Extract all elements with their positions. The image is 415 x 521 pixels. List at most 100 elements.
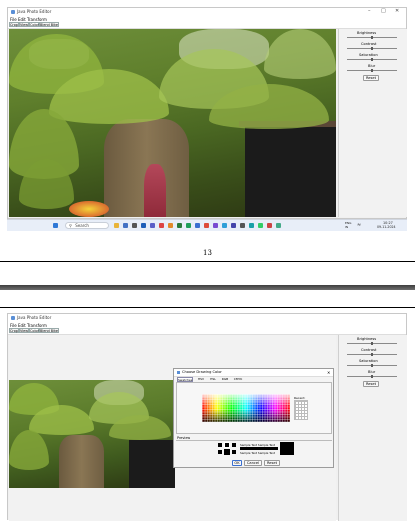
brightness-thumb[interactable]: [371, 342, 373, 345]
dialog-title: Choose Drawing Color: [182, 370, 222, 374]
menu-file[interactable]: File: [10, 323, 17, 328]
saturation-label: Saturation: [359, 359, 378, 363]
preview-square-small: [232, 443, 236, 447]
search-icon: ⚲: [69, 223, 72, 228]
saturation-thumb[interactable]: [371, 58, 373, 61]
preview-square-small: [232, 450, 236, 454]
tab-view[interactable]: View: [19, 328, 29, 333]
tab-blend-bike[interactable]: Blend Bike: [39, 328, 59, 333]
editor-window-1: Java Photo Editor – □ ✕ File Edit Transf…: [7, 7, 407, 219]
tab-blend-bike[interactable]: Blend Bike: [39, 22, 59, 27]
reset-button[interactable]: Reset: [363, 75, 379, 81]
contrast-thumb[interactable]: [371, 47, 373, 50]
taskbar: ⚲ Search ENG IN ≈ 10:27 09-11-2024: [7, 219, 407, 231]
page-rule: [0, 261, 415, 262]
window-title: Java Photo Editor: [17, 9, 52, 14]
app-icon-e[interactable]: [258, 223, 263, 228]
color-chooser-dialog: Choose Drawing Color ✕ Swatches HSV HSL …: [173, 368, 334, 468]
menu-edit[interactable]: Edit: [18, 323, 26, 328]
red-cloth: [144, 164, 166, 217]
edge-icon[interactable]: [195, 223, 200, 228]
image-canvas[interactable]: [9, 29, 336, 217]
wifi-icon[interactable]: ≈: [357, 222, 361, 228]
dark-wall: [129, 440, 175, 488]
photos-icon[interactable]: [213, 223, 218, 228]
app-icon: [177, 371, 180, 374]
clock-date[interactable]: 09-11-2024: [377, 225, 396, 229]
adjustments-panel: Brightness Contrast Saturation Blur Rese…: [338, 335, 407, 521]
sample-text-inverse: Sample Text Sample Text: [240, 451, 275, 455]
brightness-thumb[interactable]: [371, 36, 373, 39]
tab-view[interactable]: View: [19, 22, 29, 27]
tab-crop[interactable]: Crop: [9, 328, 19, 333]
close-icon[interactable]: ✕: [327, 370, 330, 375]
app-icon-c[interactable]: [240, 223, 245, 228]
app-icon: [11, 10, 15, 14]
browser-icon[interactable]: [123, 223, 128, 228]
tab-color[interactable]: Color: [29, 328, 39, 333]
settings-icon[interactable]: [186, 223, 191, 228]
app-icon-d[interactable]: [249, 223, 254, 228]
cancel-button[interactable]: Cancel: [244, 460, 262, 466]
blur-thumb[interactable]: [371, 375, 373, 378]
swatch-gridlines: [202, 394, 290, 422]
brightness-label: Brightness: [357, 337, 377, 341]
terminal-icon[interactable]: [177, 223, 182, 228]
saturation-thumb[interactable]: [371, 364, 373, 367]
leaf-cluster: [264, 29, 336, 79]
page-number: 13: [203, 249, 212, 257]
contrast-label: Contrast: [361, 42, 377, 46]
blur-label: Blur: [368, 64, 376, 68]
app-icon-b[interactable]: [231, 223, 236, 228]
ok-button[interactable]: OK: [232, 460, 242, 466]
blur-label: Blur: [368, 370, 376, 374]
window-title: Java Photo Editor: [17, 315, 52, 320]
preview-square-small: [218, 443, 222, 447]
sample-text-bar: [240, 447, 278, 450]
preview-square-small: [224, 442, 230, 448]
windows-start-icon[interactable]: [53, 223, 58, 228]
java-icon[interactable]: [168, 223, 173, 228]
app-icon: [11, 316, 15, 320]
preview-large-swatch: [280, 442, 294, 455]
close-icon[interactable]: ✕: [395, 9, 399, 14]
app-icon-g[interactable]: [276, 223, 281, 228]
menu-edit[interactable]: Edit: [18, 17, 26, 22]
preview-square-small: [224, 449, 230, 455]
image-canvas[interactable]: [9, 380, 175, 488]
maximize-icon[interactable]: □: [381, 9, 386, 14]
title-bar: Java Photo Editor – □ ✕: [8, 8, 406, 16]
contrast-label: Contrast: [361, 348, 377, 352]
store-icon[interactable]: [132, 223, 137, 228]
menu-transform[interactable]: Transform: [27, 17, 47, 22]
page-rule: [0, 307, 415, 308]
tab-color[interactable]: Color: [29, 22, 39, 27]
search-placeholder: Search: [75, 223, 89, 228]
teams-icon[interactable]: [150, 223, 155, 228]
contrast-thumb[interactable]: [371, 353, 373, 356]
mail-icon[interactable]: [141, 223, 146, 228]
leaf-cluster: [9, 430, 49, 470]
file-explorer-icon[interactable]: [114, 223, 119, 228]
tab-crop[interactable]: Crop: [9, 22, 19, 27]
minimize-icon[interactable]: –: [368, 9, 371, 14]
title-bar: Java Photo Editor: [8, 314, 406, 322]
saturation-label: Saturation: [359, 53, 378, 57]
dialog-title-bar: Choose Drawing Color ✕: [174, 369, 333, 377]
language-indicator[interactable]: ENG IN: [345, 221, 351, 229]
menu-file[interactable]: File: [10, 17, 17, 22]
vscode-icon[interactable]: [159, 223, 164, 228]
chrome-icon[interactable]: [204, 223, 209, 228]
app-icon-f[interactable]: [267, 223, 272, 228]
search-input[interactable]: ⚲ Search: [65, 222, 109, 229]
menu-transform[interactable]: Transform: [27, 323, 47, 328]
adjustments-panel: Brightness Contrast Saturation Blur Rese…: [338, 29, 407, 217]
blur-thumb[interactable]: [371, 69, 373, 72]
recent-swatches[interactable]: [294, 400, 308, 420]
tree-trunk: [59, 435, 104, 488]
reset-button[interactable]: Reset: [363, 381, 379, 387]
dialog-reset-button[interactable]: Reset: [264, 460, 280, 466]
app-icon-a[interactable]: [222, 223, 227, 228]
brightness-label: Brightness: [357, 31, 377, 35]
page-break-band: [0, 285, 415, 290]
